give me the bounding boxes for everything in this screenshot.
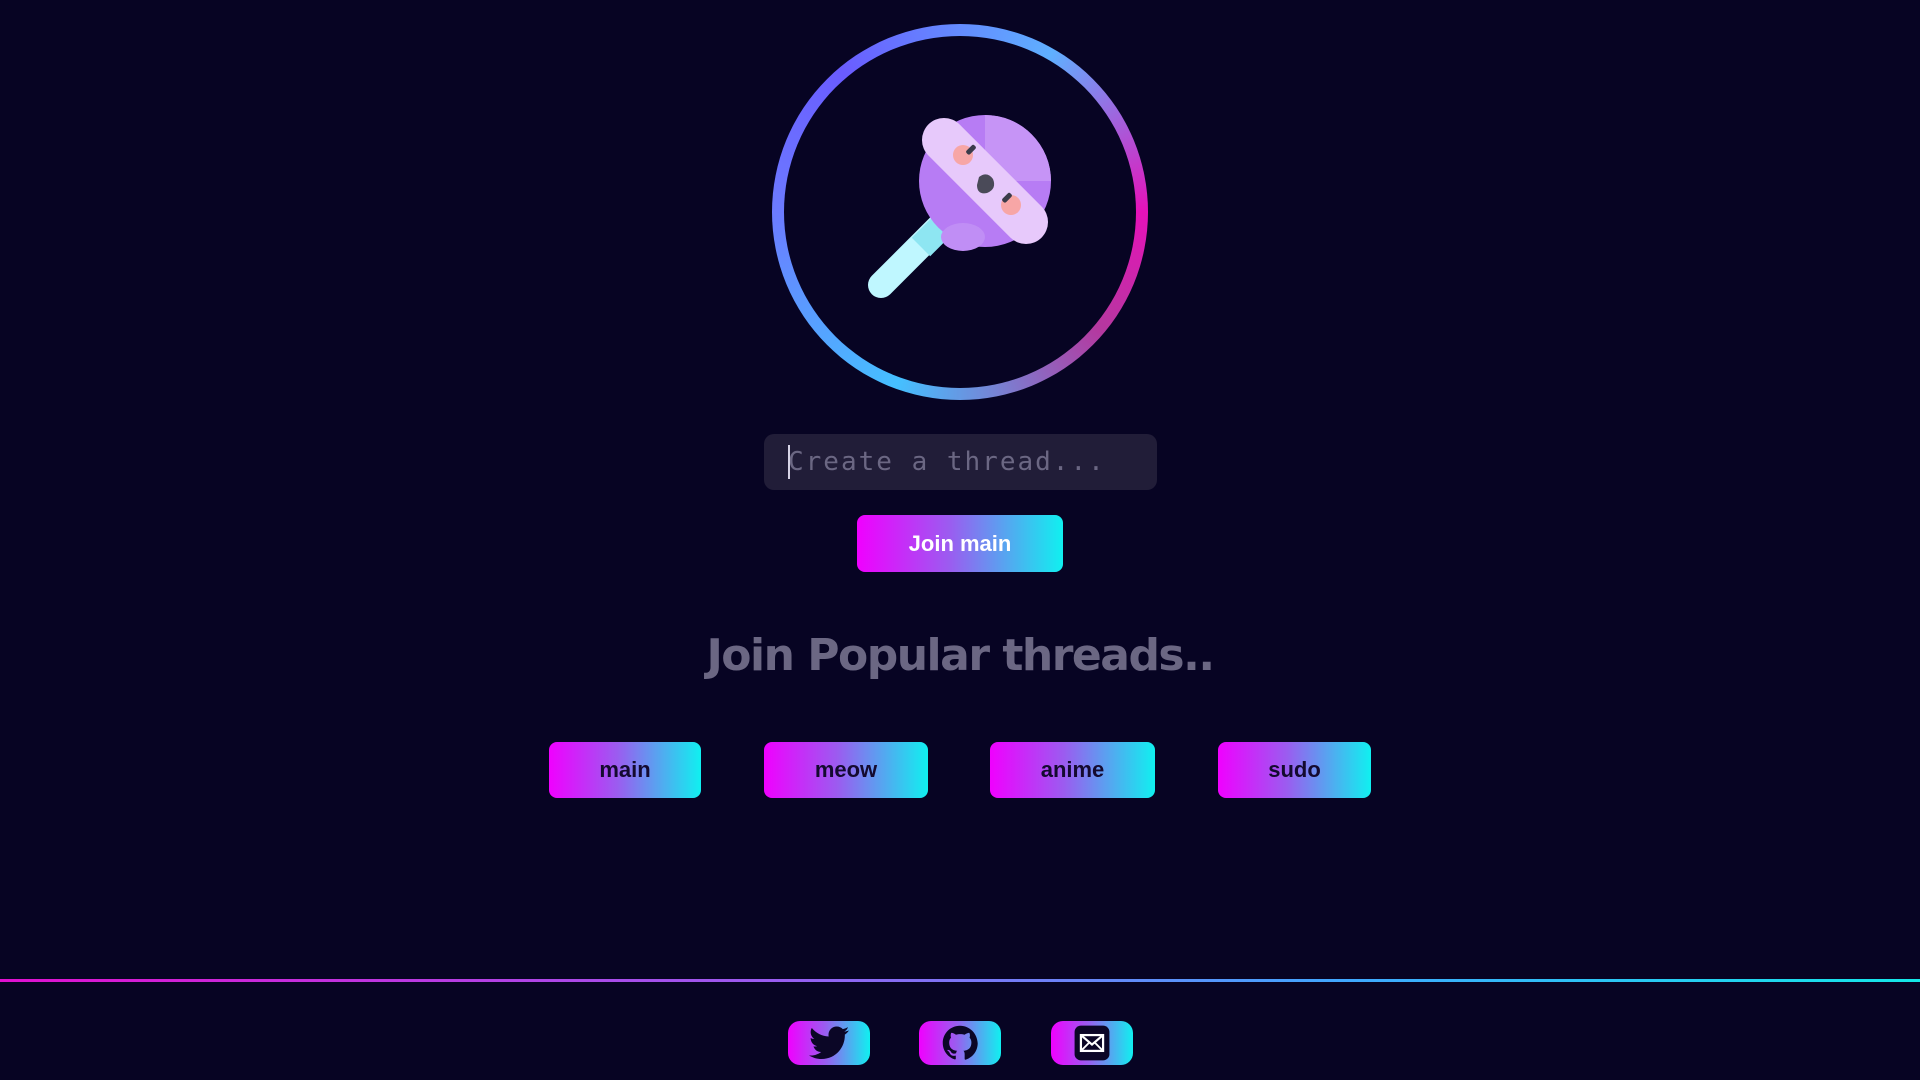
lollipop-icon [868,115,1051,298]
create-thread-input[interactable] [764,434,1157,490]
thread-button-label: sudo [1268,757,1321,782]
thread-button-label: main [599,757,651,782]
thread-button-label: anime [1040,757,1105,782]
github-link[interactable] [919,1021,1001,1065]
thread-button-sudo[interactable]: sudo [1218,742,1371,798]
mail-icon [1074,1025,1110,1061]
join-main-button[interactable]: Join main [857,515,1063,572]
logo [772,24,1148,400]
thread-button-meow[interactable]: meow [764,742,928,798]
footer-divider [0,979,1920,982]
thread-button-main[interactable]: main [549,742,701,798]
logo-inner [784,36,1136,388]
thread-button-anime[interactable]: anime [990,742,1155,798]
page: Join main Join Popular threads.. main me… [0,0,1920,1080]
popular-threads-title: Join Popular threads.. [706,630,1215,681]
twitter-icon [809,1026,849,1059]
twitter-link[interactable] [788,1021,870,1065]
text-caret [788,445,790,479]
mail-link[interactable] [1051,1021,1133,1065]
join-main-label: Join main [908,530,1012,556]
github-icon [942,1025,978,1060]
thread-button-label: meow [814,757,878,782]
